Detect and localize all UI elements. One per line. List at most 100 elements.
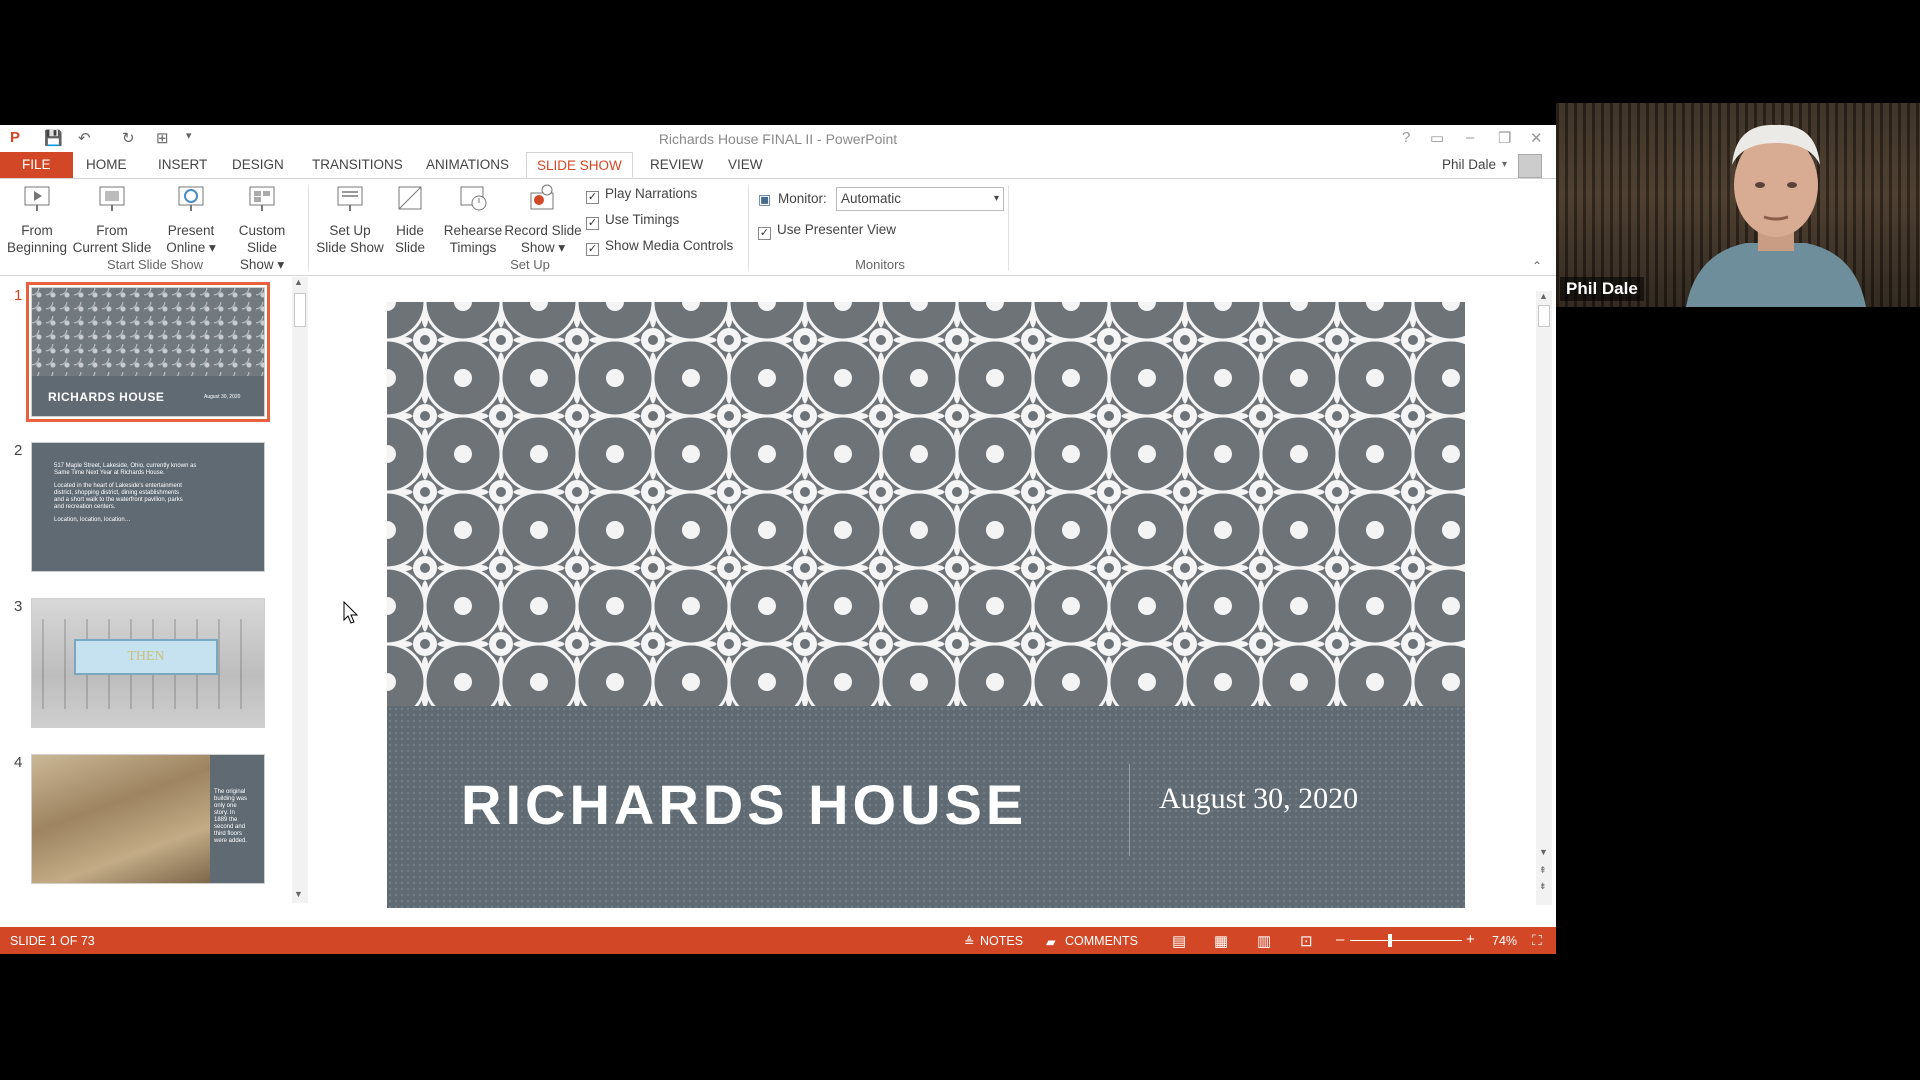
from-beginning-button[interactable]: From Beginning <box>6 183 68 256</box>
window-title: Richards House FINAL II - PowerPoint <box>658 131 898 147</box>
thumbnail-text: The original building was only one story… <box>214 789 248 844</box>
tab-transitions[interactable]: TRANSITIONS <box>302 152 413 178</box>
slide-counter: SLIDE 1 OF 73 <box>10 934 95 948</box>
thumbnail-text: 517 Maple Street, Lakeside, Ohio, curren… <box>54 463 197 523</box>
slideshow-start-icon <box>24 186 50 211</box>
thumbnail-number: 2 <box>14 442 23 459</box>
account-name[interactable]: Phil Dale <box>1432 152 1506 178</box>
hide-slide-button[interactable]: Hide Slide <box>388 183 432 256</box>
scroll-up-icon[interactable]: ▲ <box>294 277 303 287</box>
slide-show-view-icon[interactable]: ⊡ <box>1300 932 1313 950</box>
zoom-out-icon[interactable]: – <box>1336 931 1344 948</box>
status-bar: SLIDE 1 OF 73 ≜ NOTES ▰ COMMENTS ▤ ▦ ▥ ⊡… <box>0 927 1556 954</box>
scrollbar-thumb[interactable] <box>1538 305 1550 327</box>
slide-thumbnails-pane: 1 RICHARDS HOUSE August 30, 2020 2 517 M… <box>0 277 312 903</box>
group-divider <box>1008 185 1009 271</box>
hide-slide-icon <box>398 186 422 210</box>
tab-file[interactable]: FILE <box>0 152 73 178</box>
notes-button[interactable]: NOTES <box>980 934 1023 948</box>
thumbnail-date: August 30, 2020 <box>204 394 241 400</box>
checkmark-icon: ✓ <box>586 217 599 230</box>
ribbon-display-icon[interactable]: ▭ <box>1430 129 1444 147</box>
tab-design[interactable]: DESIGN <box>222 152 294 178</box>
thumbnail-slide-2[interactable]: 517 Maple Street, Lakeside, Ohio, curren… <box>31 442 265 572</box>
thumbnail-number: 3 <box>14 598 23 615</box>
title-divider <box>1129 764 1130 856</box>
tab-review[interactable]: REVIEW <box>640 152 713 178</box>
use-presenter-view-checkbox[interactable]: ✓ Use Presenter View <box>758 222 896 240</box>
use-timings-checkbox[interactable]: ✓ Use Timings <box>586 212 679 230</box>
tab-insert[interactable]: INSERT <box>148 152 217 178</box>
record-icon <box>530 184 554 210</box>
checkmark-icon: ✓ <box>758 227 771 240</box>
scroll-up-icon[interactable]: ▲ <box>1539 291 1548 301</box>
thumbnail-slide-4[interactable]: The original building was only one story… <box>31 754 265 884</box>
setup-icon <box>337 186 363 211</box>
play-narrations-checkbox[interactable]: ✓ Play Narrations <box>586 186 697 204</box>
previous-slide-icon[interactable]: ⇞ <box>1539 865 1547 876</box>
thumbnail-number: 1 <box>14 287 23 304</box>
minimize-icon[interactable]: – <box>1466 129 1474 146</box>
record-slide-show-button[interactable]: Record Slide Show ▾ <box>504 183 582 256</box>
tab-view[interactable]: VIEW <box>718 152 773 178</box>
scrollbar-thumb[interactable] <box>294 293 306 327</box>
scroll-down-icon[interactable]: ▼ <box>294 889 303 899</box>
group-label-start-slide-show: Start Slide Show <box>106 257 204 272</box>
slide-canvas[interactable]: RICHARDS HOUSE August 30, 2020 <box>387 302 1465 908</box>
participant-video <box>1686 124 1866 307</box>
reading-view-icon[interactable]: ▥ <box>1257 932 1271 950</box>
rehearse-timings-button[interactable]: Rehearse Timings <box>440 183 506 256</box>
participant-name: Phil Dale <box>1560 277 1644 301</box>
decorative-pattern <box>387 302 1465 706</box>
thumbnail-slide-3[interactable]: THEN <box>31 598 265 728</box>
checkmark-icon: ✓ <box>586 243 599 256</box>
ribbon-tabs: FILE HOME INSERT DESIGN TRANSITIONS ANIM… <box>0 152 1556 178</box>
title-bar: P 💾 ↶ ↻ ⊞ ▾ Richards House FINAL II - Po… <box>0 125 1556 152</box>
fit-to-window-icon[interactable]: ⛶ <box>1532 932 1542 949</box>
custom-show-icon <box>249 186 275 211</box>
tab-animations[interactable]: ANIMATIONS <box>416 152 519 178</box>
slide-title[interactable]: RICHARDS HOUSE <box>461 772 1027 837</box>
zoom-in-icon[interactable]: + <box>1466 931 1475 948</box>
slide-scrollbar[interactable]: ▲ ▼ ⇞ ⇟ <box>1536 291 1552 905</box>
monitor-label: Monitor: <box>778 191 827 206</box>
group-label-monitors: Monitors <box>855 257 905 272</box>
restore-icon[interactable]: ❐ <box>1498 129 1511 147</box>
set-up-slide-show-button[interactable]: Set Up Slide Show <box>314 183 386 256</box>
slide-date[interactable]: August 30, 2020 <box>1159 782 1358 816</box>
globe-icon <box>178 186 204 211</box>
ribbon: From Beginning From Current Slide Presen… <box>0 178 1556 276</box>
collapse-ribbon-icon[interactable]: ⌃ <box>1532 259 1542 273</box>
webcam-video: Phil Dale <box>1556 103 1920 307</box>
avatar[interactable] <box>1518 154 1542 178</box>
account-dropdown-icon[interactable]: ▾ <box>1502 159 1507 170</box>
monitor-select[interactable]: Automatic ▾ <box>836 187 1004 211</box>
zoom-slider[interactable] <box>1350 940 1462 941</box>
tab-home[interactable]: HOME <box>76 152 137 178</box>
notes-icon: ≜ <box>964 935 975 949</box>
thumbnail-photo <box>32 755 210 883</box>
scroll-down-icon[interactable]: ▼ <box>1539 847 1548 857</box>
help-icon[interactable]: ? <box>1402 129 1410 146</box>
comments-button[interactable]: COMMENTS <box>1065 934 1138 948</box>
zoom-slider-thumb[interactable] <box>1388 934 1392 947</box>
thumbnail-number: 4 <box>14 754 23 771</box>
from-current-slide-button[interactable]: From Current Slide <box>72 183 152 256</box>
next-slide-icon[interactable]: ⇟ <box>1539 881 1547 892</box>
zoom-level[interactable]: 74% <box>1492 934 1517 948</box>
group-divider <box>748 185 749 271</box>
slideshow-current-icon <box>99 186 125 211</box>
thumbnail-title: RICHARDS HOUSE <box>48 390 165 404</box>
group-divider <box>308 185 309 271</box>
tab-slide-show[interactable]: SLIDE SHOW <box>526 152 633 178</box>
close-icon[interactable]: ✕ <box>1530 129 1543 147</box>
slide-sorter-icon[interactable]: ▦ <box>1214 932 1228 950</box>
thumbnail-slide-1[interactable]: RICHARDS HOUSE August 30, 2020 <box>26 282 270 422</box>
mouse-cursor-icon <box>343 601 359 624</box>
chevron-down-icon: ▾ <box>993 193 999 204</box>
thumbnails-scrollbar[interactable]: ▲ ▼ <box>292 277 308 903</box>
present-online-button[interactable]: Present Online ▾ <box>160 183 222 256</box>
normal-view-icon[interactable]: ▤ <box>1172 932 1186 950</box>
show-media-controls-checkbox[interactable]: ✓ Show Media Controls <box>586 238 733 256</box>
powerpoint-window: P 💾 ↶ ↻ ⊞ ▾ Richards House FINAL II - Po… <box>0 125 1556 954</box>
